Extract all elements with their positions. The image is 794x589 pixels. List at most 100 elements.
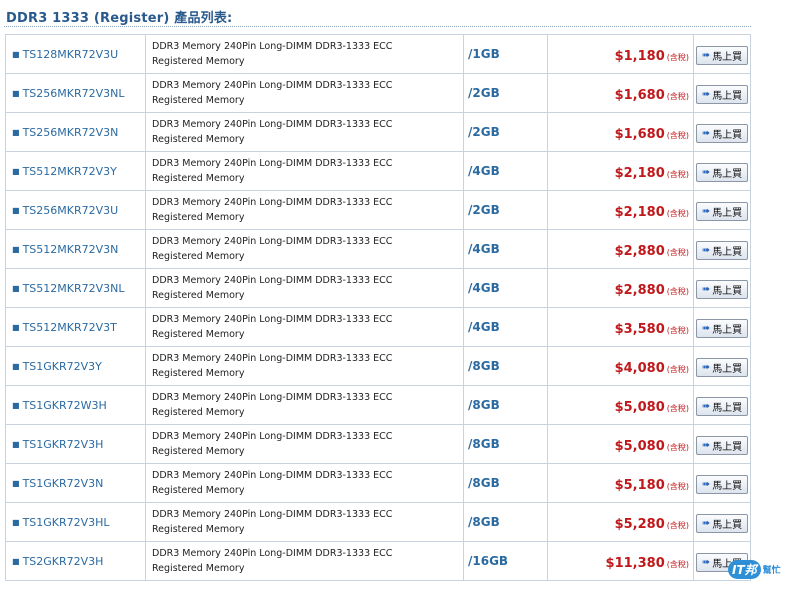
arrow-right-icon: ➠ — [701, 479, 711, 490]
product-price: $2,880 — [614, 243, 665, 259]
description-cell: DDR3 Memory 240Pin Long-DIMM DDR3-1333 E… — [145, 502, 464, 542]
product-model-link[interactable]: TS1GKR72V3H — [23, 438, 104, 451]
buy-now-button[interactable]: ➠ 馬上買 — [695, 241, 749, 260]
product-model-link[interactable]: TS1GKR72V3N — [23, 477, 104, 490]
description-cell: DDR3 Memory 240Pin Long-DIMM DDR3-1333 E… — [145, 151, 464, 191]
table-row: ■ TS1GKR72V3H DDR3 Memory 240Pin Long-DIMM… — [5, 424, 751, 464]
product-description-type: Registered Memory — [152, 251, 245, 262]
capacity-cell: /8GB — [463, 385, 548, 425]
buy-now-button[interactable]: ➠ 馬上買 — [695, 319, 749, 338]
arrow-right-icon: ➠ — [701, 401, 711, 412]
buy-now-button[interactable]: ➠ 馬上買 — [695, 202, 749, 221]
buy-now-button[interactable]: ➠ 馬上買 — [695, 85, 749, 104]
buy-cell: ➠ 馬上買 — [693, 190, 751, 230]
product-description: DDR3 Memory 240Pin Long-DIMM DDR3-1333 E… — [152, 41, 393, 52]
product-description-type: Registered Memory — [152, 212, 245, 223]
buy-now-button[interactable]: ➠ 馬上買 — [695, 436, 749, 455]
product-price: $1,680 — [614, 126, 665, 142]
buy-now-button[interactable]: ➠ 馬上買 — [695, 514, 749, 533]
capacity-cell: /8GB — [463, 346, 548, 386]
product-price: $5,180 — [614, 477, 665, 493]
product-price: $11,380 — [605, 555, 665, 571]
tax-included-label: (含稅) — [666, 520, 689, 530]
table-row: ■ TS1GKR72V3HL DDR3 Memory 240Pin Long-DIM… — [5, 502, 751, 542]
tax-included-label: (含稅) — [666, 481, 689, 491]
product-model-link[interactable]: TS512MKR72V3N — [23, 243, 119, 256]
buy-now-button[interactable]: ➠ 馬上買 — [695, 358, 749, 377]
tax-included-label: (含稅) — [666, 208, 689, 218]
buy-now-button[interactable]: ➠ 馬上買 — [695, 397, 749, 416]
product-description: DDR3 Memory 240Pin Long-DIMM DDR3-1333 E… — [152, 197, 393, 208]
buy-now-button[interactable]: ➠ 馬上買 — [695, 475, 749, 494]
model-cell: ■ TS256MKR72V3U — [5, 190, 146, 230]
product-model-link[interactable]: TS256MKR72V3N — [23, 126, 119, 139]
product-model-link[interactable]: TS2GKR72V3H — [23, 555, 104, 568]
product-description-type: Registered Memory — [152, 368, 245, 379]
product-model-link[interactable]: TS1GKR72W3H — [23, 399, 107, 412]
price-cell: $2,880 (含稅) — [547, 268, 694, 308]
capacity-cell: /8GB — [463, 424, 548, 464]
description-cell: DDR3 Memory 240Pin Long-DIMM DDR3-1333 E… — [145, 190, 464, 230]
title-divider — [4, 26, 751, 27]
product-capacity: /1GB — [468, 47, 500, 61]
product-description: DDR3 Memory 240Pin Long-DIMM DDR3-1333 E… — [152, 236, 393, 247]
bullet-icon: ■ — [12, 166, 20, 176]
description-cell: DDR3 Memory 240Pin Long-DIMM DDR3-1333 E… — [145, 73, 464, 113]
arrow-right-icon: ➠ — [701, 245, 711, 256]
buy-cell: ➠ 馬上買 — [693, 307, 751, 347]
buy-now-button[interactable]: ➠ 馬上買 — [695, 124, 749, 143]
arrow-right-icon: ➠ — [701, 323, 711, 334]
tax-included-label: (含稅) — [666, 247, 689, 257]
product-model-link[interactable]: TS256MKR72V3NL — [23, 87, 125, 100]
product-model-link[interactable]: TS1GKR72V3HL — [23, 516, 110, 529]
product-description: DDR3 Memory 240Pin Long-DIMM DDR3-1333 E… — [152, 80, 393, 91]
bullet-icon: ■ — [12, 127, 20, 137]
model-cell: ■ TS1GKR72V3H — [5, 424, 146, 464]
bullet-icon: ■ — [12, 361, 20, 371]
product-price: $2,880 — [614, 282, 665, 298]
product-model-link[interactable]: TS128MKR72V3U — [23, 48, 119, 61]
arrow-right-icon: ➠ — [701, 50, 711, 61]
tax-included-label: (含稅) — [666, 91, 689, 101]
product-capacity: /2GB — [468, 125, 500, 139]
product-capacity: /16GB — [468, 554, 509, 568]
bullet-icon: ■ — [12, 478, 20, 488]
price-cell: $3,580 (含稅) — [547, 307, 694, 347]
arrow-right-icon: ➠ — [701, 518, 711, 529]
product-price: $3,580 — [614, 321, 665, 337]
description-cell: DDR3 Memory 240Pin Long-DIMM DDR3-1333 E… — [145, 112, 464, 152]
product-capacity: /2GB — [468, 86, 500, 100]
buy-cell: ➠ 馬上買 — [693, 502, 751, 542]
buy-now-label: 馬上買 — [712, 442, 743, 453]
buy-now-label: 馬上買 — [712, 403, 743, 414]
tax-included-label: (含稅) — [666, 559, 689, 569]
watermark-badge: IT邦 — [728, 559, 761, 579]
table-row: ■ TS256MKR72V3U DDR3 Memory 240Pin Long-DI… — [5, 190, 751, 230]
buy-cell: ➠ 馬上買 — [693, 424, 751, 464]
capacity-cell: /2GB — [463, 112, 548, 152]
product-model-link[interactable]: TS512MKR72V3NL — [23, 282, 125, 295]
product-capacity: /8GB — [468, 437, 500, 451]
buy-now-button[interactable]: ➠ 馬上買 — [695, 280, 749, 299]
buy-cell: ➠ 馬上買 — [693, 268, 751, 308]
model-cell: ■ TS256MKR72V3NL — [5, 73, 146, 113]
model-cell: ■ TS1GKR72V3Y — [5, 346, 146, 386]
price-cell: $2,180 (含稅) — [547, 151, 694, 191]
table-row: ■ TS2GKR72V3H DDR3 Memory 240Pin Long-DIMM… — [5, 541, 751, 581]
product-model-link[interactable]: TS256MKR72V3U — [23, 204, 119, 217]
bullet-icon: ■ — [12, 517, 20, 527]
buy-now-button[interactable]: ➠ 馬上買 — [695, 163, 749, 182]
arrow-right-icon: ➠ — [701, 440, 711, 451]
product-model-link[interactable]: TS512MKR72V3Y — [23, 165, 117, 178]
product-model-link[interactable]: TS512MKR72V3T — [23, 321, 117, 334]
capacity-cell: /8GB — [463, 463, 548, 503]
buy-now-button[interactable]: ➠ 馬上買 — [695, 46, 749, 65]
tax-included-label: (含稅) — [666, 130, 689, 140]
model-cell: ■ TS1GKR72W3H — [5, 385, 146, 425]
product-price: $5,080 — [614, 438, 665, 454]
buy-now-label: 馬上買 — [712, 325, 743, 336]
capacity-cell: /2GB — [463, 73, 548, 113]
product-model-link[interactable]: TS1GKR72V3Y — [23, 360, 102, 373]
price-cell: $5,180 (含稅) — [547, 463, 694, 503]
capacity-cell: /4GB — [463, 268, 548, 308]
